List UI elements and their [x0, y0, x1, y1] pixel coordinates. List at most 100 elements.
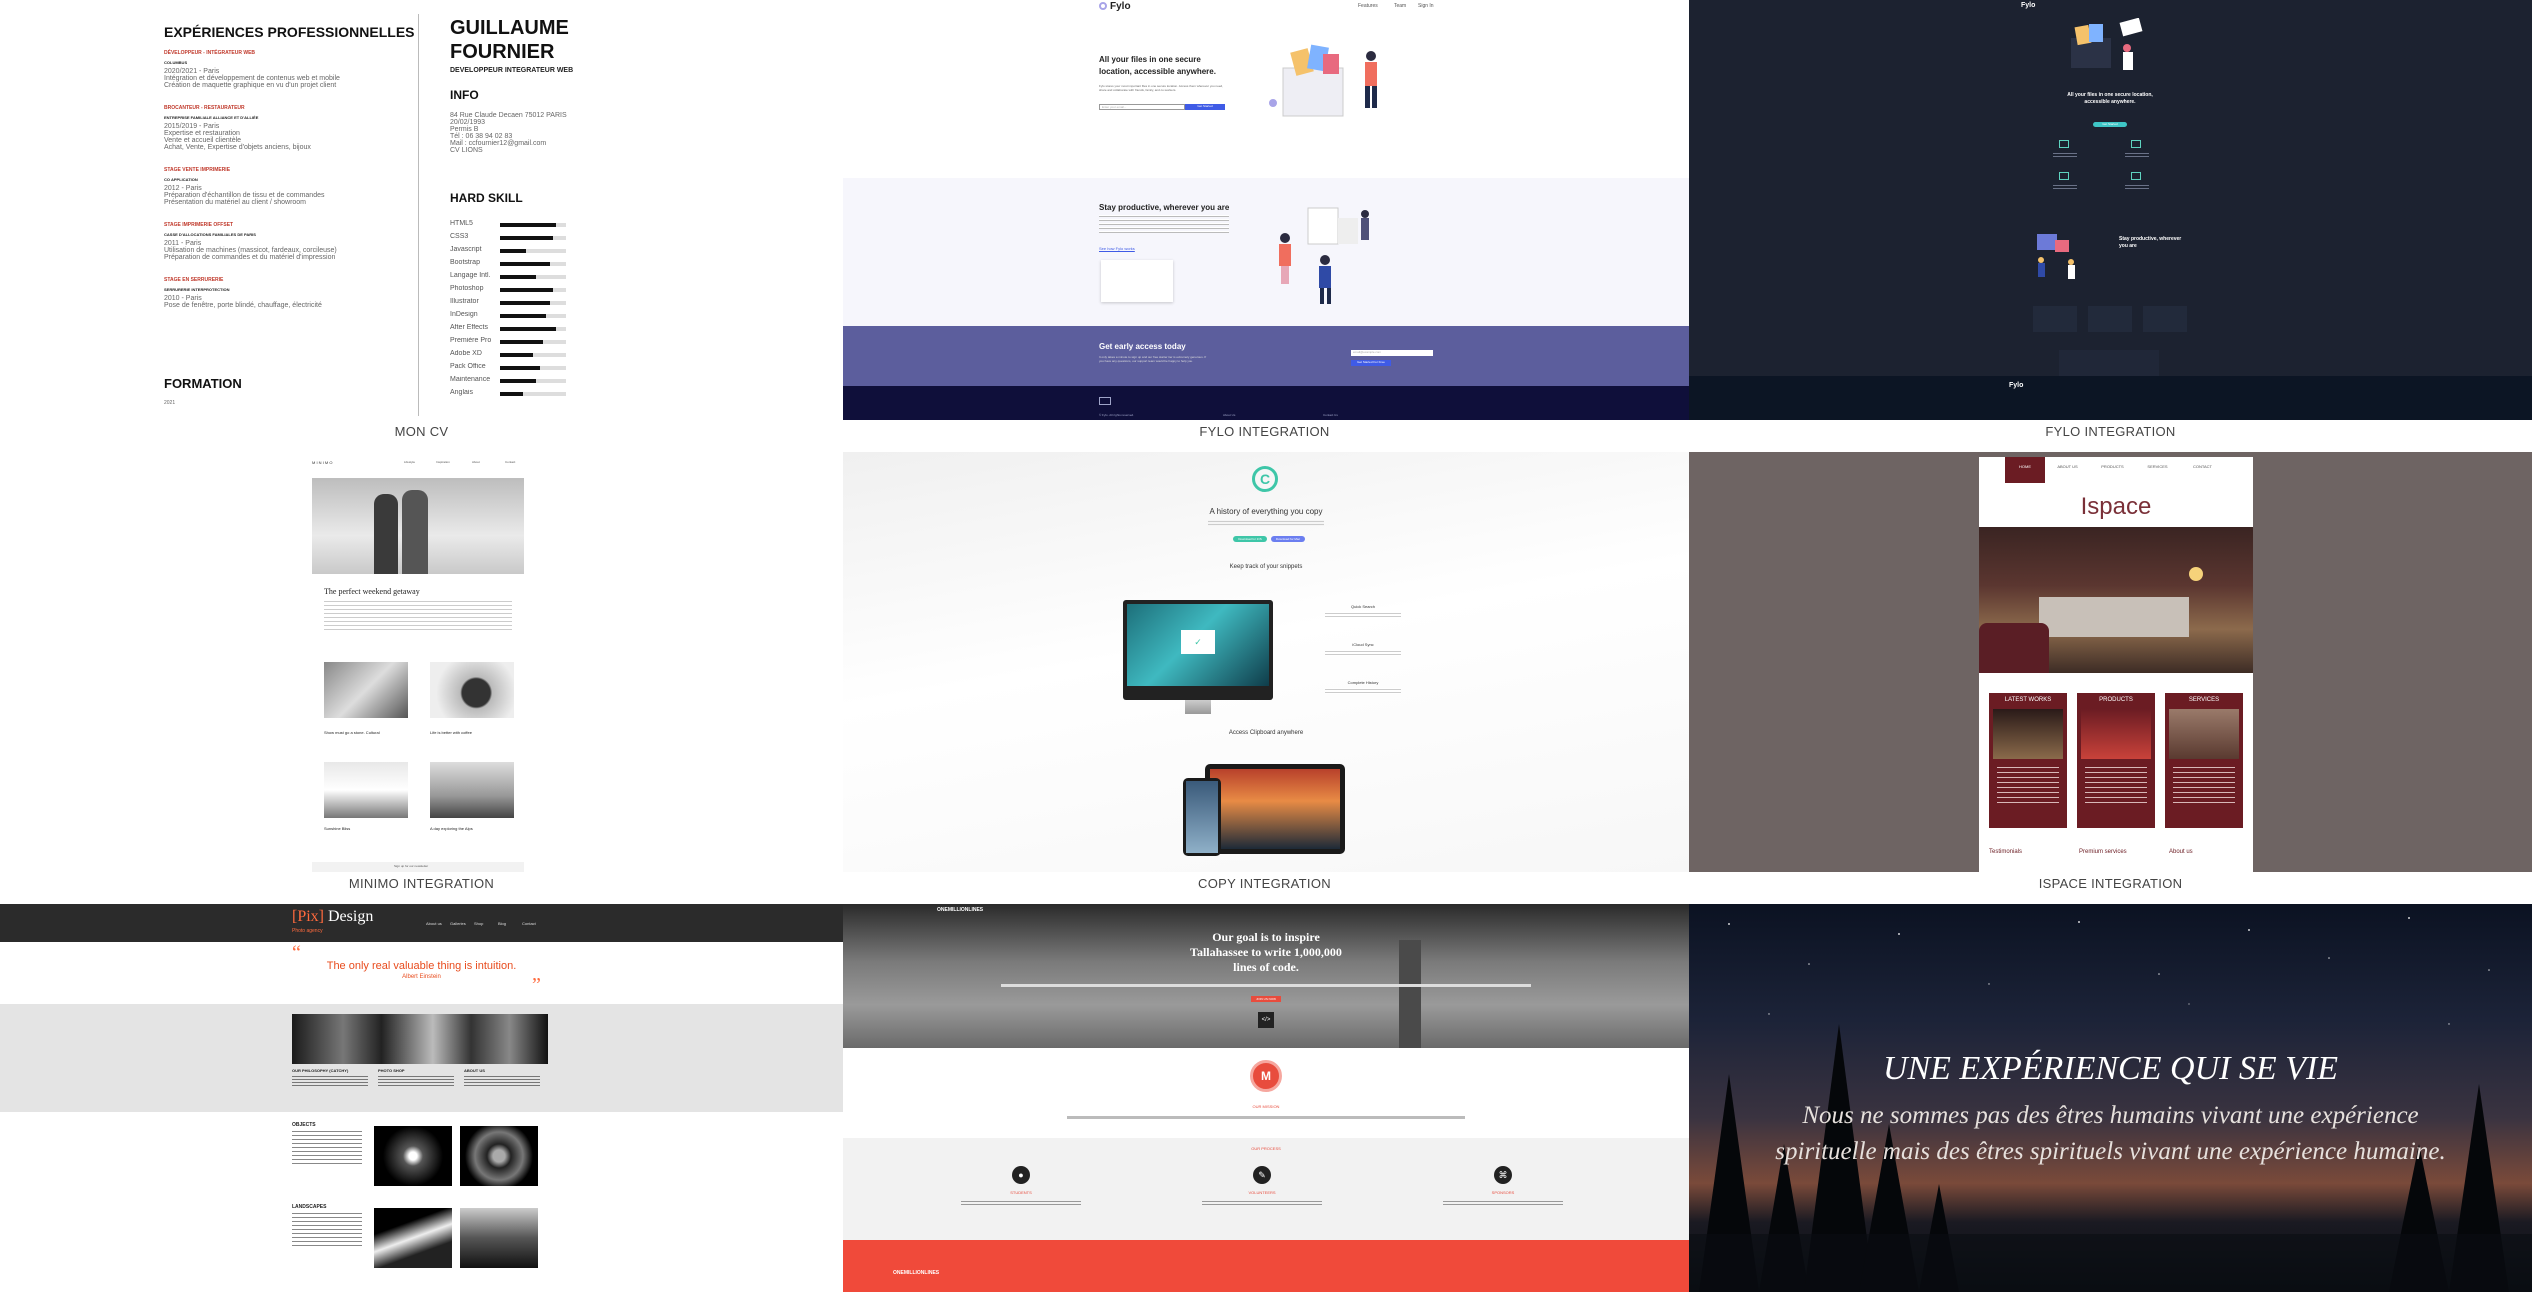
fylo-nav-features[interactable]: Features: [1358, 3, 1378, 9]
minimo-card-title-1[interactable]: Show must go a stone. Cultural: [324, 730, 380, 735]
fylo-email-input[interactable]: Enter your email...: [1099, 104, 1185, 110]
ispace-nav-products[interactable]: PRODUCTS: [2090, 457, 2135, 483]
fylo-footer-about[interactable]: About Us: [1223, 413, 1235, 417]
ispace-nav-about[interactable]: ABOUT US: [2045, 457, 2090, 483]
portfolio-grid: EXPÉRIENCES PROFESSIONNELLES DÉVELOPPEUR…: [0, 0, 2532, 1292]
pix-nav-item[interactable]: Shop: [474, 921, 483, 926]
onemillionlines-thumbnail[interactable]: ONEMILLIONLINES Our goal is to inspire T…: [843, 904, 1689, 1292]
cv-skill-bar-fill: [500, 262, 550, 266]
oml-process-title: OUR PROCESS: [1251, 1146, 1281, 1151]
cv-job-line: Vente et accueil clientèle: [164, 137, 242, 144]
minimo-post-title[interactable]: The perfect weekend getaway: [324, 587, 420, 596]
cv-skill-bar: [500, 288, 566, 292]
fylo-productive-text: [1099, 215, 1229, 235]
oml-join-button[interactable]: JOIN US NOW: [1251, 996, 1281, 1002]
fylo-dark-feature-icon: [2059, 140, 2069, 148]
cv-skill-bar: [500, 327, 566, 331]
pix-section-landscapes: LANDSCAPES: [292, 1204, 327, 1210]
cv-skill-bar-fill: [500, 236, 553, 240]
pixdesign-thumbnail[interactable]: [Pix] Design Photo agency About us Galler…: [0, 904, 843, 1292]
fylo-footer-contact[interactable]: Contact Us: [1323, 413, 1338, 417]
ispace-thumbnail[interactable]: HOME ABOUT US PRODUCTS SERVICES CONTACT …: [1689, 452, 2532, 872]
oml-process-text: [1202, 1200, 1322, 1206]
pix-nav-item[interactable]: Galleries: [450, 921, 466, 926]
pix-band-image: [292, 1014, 548, 1064]
ispace-panel-title: PRODUCTS: [2099, 697, 2133, 703]
pix-landscape-photo-1: [374, 1208, 452, 1268]
cv-skill-bar: [500, 275, 566, 279]
cv-skill-name: Javascript: [450, 246, 482, 253]
copy-monitor-stand: [1185, 700, 1211, 714]
copy-mac-button[interactable]: Download for Mac: [1271, 536, 1305, 542]
pix-nav-item[interactable]: Contact: [522, 921, 536, 926]
ispace-nav-home[interactable]: HOME: [2005, 457, 2045, 483]
fylo-dark-thumbnail[interactable]: Fylo All your files in one secure locati…: [1689, 0, 2532, 420]
minimo-nav-about[interactable]: About: [472, 460, 480, 464]
pix-logo-bracket: [Pix]: [292, 908, 324, 925]
fylo-early-email-input[interactable]: email@example.com: [1351, 350, 1433, 356]
cv-skill-bar: [500, 379, 566, 383]
pix-quote-author: Albert Einstein: [402, 974, 441, 980]
pix-object-photo-2: [460, 1126, 538, 1186]
ispace-nav: HOME ABOUT US PRODUCTS SERVICES CONTACT: [1979, 457, 2253, 483]
oml-mission-title: OUR MISSION: [1252, 1104, 1280, 1109]
fylo-dark-features: [2039, 140, 2179, 200]
ispace-nav-services[interactable]: SERVICES: [2135, 457, 2180, 483]
fylo-footer: [843, 386, 1689, 420]
fylo-dark-feature-text: [2053, 184, 2077, 189]
copy-thumbnail[interactable]: C A history of everything you copy Downl…: [843, 452, 1689, 872]
copy-ios-button[interactable]: Download for iOS: [1233, 536, 1267, 542]
cv-skill-bar: [500, 236, 566, 240]
cv-skill-bar-fill: [500, 392, 524, 396]
fylo-productive-link[interactable]: See how Fylo works: [1099, 246, 1135, 251]
minimo-card-title-4[interactable]: A day exploring the Alps: [430, 826, 473, 831]
fylo-hero-illustration: [1269, 44, 1377, 117]
ispace-panels: LATEST WORKS PRODUCTS SERVICES: [1989, 693, 2243, 828]
cv-skill-bar: [500, 223, 566, 227]
fylo-get-started-button[interactable]: Get Started: [1185, 104, 1225, 110]
caption-minimo: MINIMO INTEGRATION: [348, 876, 495, 891]
minimo-thumbnail[interactable]: M I N I M O Lifestyle Inspiration About …: [0, 452, 843, 872]
pix-objects-text: [292, 1130, 362, 1166]
ispace-panel-title: LATEST WORKS: [2004, 697, 2052, 703]
minimo-card-title-3[interactable]: Sunshine Bliss: [324, 826, 350, 831]
cv-job-company: CO APPLICATION: [164, 177, 198, 182]
minimo-logo: M I N I M O: [312, 460, 333, 465]
ispace-footer-col: Premium services: [2079, 849, 2127, 855]
oml-process-icon: ✎: [1253, 1166, 1271, 1184]
copy-feature-title: iCloud Sync: [1352, 642, 1374, 647]
fylo-dark-logo: Fylo: [2021, 2, 2036, 9]
minimo-newsletter-text: Sign up for our newsletter: [394, 864, 429, 868]
oml-mission-text: [1067, 1116, 1465, 1119]
cv-skill-bar-fill: [500, 288, 553, 292]
experience-thumbnail[interactable]: UNE EXPÉRIENCE QUI SE VIE Nous ne sommes…: [1689, 904, 2532, 1292]
cv-role: DEVELOPPEUR INTEGRATEUR WEB: [450, 67, 574, 74]
pix-nav-item[interactable]: Blog: [498, 921, 506, 926]
ispace-nav-contact[interactable]: CONTACT: [2180, 457, 2225, 483]
cv-job-line: Présentation du matériel au client / sho…: [164, 199, 307, 206]
minimo-nav-contact[interactable]: Contact: [505, 460, 515, 464]
minimo-nav-lifestyle[interactable]: Lifestyle: [404, 460, 415, 464]
pix-quote: The only real valuable thing is intuitio…: [326, 960, 517, 972]
pix-nav-item[interactable]: About us: [426, 921, 442, 926]
minimo-nav-inspiration[interactable]: Inspiration: [436, 460, 450, 464]
oml-process-icon: ●: [1012, 1166, 1030, 1184]
fylo-early-access-button[interactable]: Get Started For Free: [1351, 360, 1391, 366]
cv-skill-bar-fill: [500, 327, 557, 331]
cv-thumbnail[interactable]: EXPÉRIENCES PROFESSIONNELLES DÉVELOPPEUR…: [0, 0, 843, 420]
pix-logo-text: Design: [328, 908, 374, 925]
fylo-light-thumbnail[interactable]: Fylo Features Team Sign In All your file…: [843, 0, 1689, 420]
cv-job-line: 2012 - Paris: [164, 185, 202, 192]
fylo-hero-text: Fylo stores your most important files in…: [1099, 84, 1224, 92]
caption-copy: COPY INTEGRATION: [1198, 876, 1331, 891]
fylo-nav-signin[interactable]: Sign In: [1418, 3, 1434, 9]
ispace-panel-image: [2081, 709, 2151, 759]
cv-skill-name: Anglais: [450, 389, 473, 396]
fylo-productive-illustration: [1279, 207, 1369, 304]
fylo-dark-cta[interactable]: Get Started: [2093, 122, 2127, 127]
fylo-nav-team[interactable]: Team: [1394, 3, 1406, 9]
copy-monitor: ✓: [1123, 600, 1273, 700]
cv-job-company: CASSE D'ALLOCATIONS FAMILIALES DE PARIS: [164, 232, 256, 237]
minimo-card-title-2[interactable]: Life is better with coffee: [430, 730, 472, 735]
cv-info-line: Mail : ccfournier12@gmail.com: [450, 140, 547, 147]
